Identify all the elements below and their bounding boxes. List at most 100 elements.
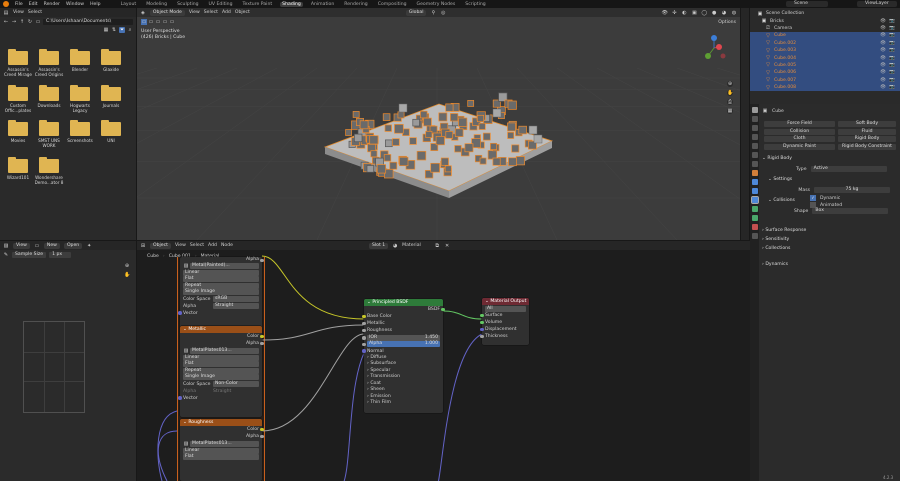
folder-item[interactable]: Assassin's Creed Origins [34,49,64,77]
eyedropper-icon[interactable]: ✎ [3,252,9,258]
outliner-row[interactable]: ▽ Cube.002 👁 📷 [750,39,900,47]
outliner-row[interactable]: ▽ Cube 👁 📷 [750,32,900,40]
physics-button[interactable]: Dynamic Paint [764,143,835,150]
3d-viewport[interactable]: ◈ Object Mode View Select Add Object Glo… [137,8,740,240]
folder-item[interactable]: Glaxide [96,49,126,72]
output-node-title[interactable]: ⌄ Material Output [482,298,529,305]
image-editor-icon[interactable]: ▨ [3,243,9,249]
image-pan-icon[interactable]: ✋ [124,272,130,278]
new-folder-icon[interactable]: ▭ [35,19,41,25]
workspace-tab-geometry-nodes[interactable]: Geometry Nodes [415,2,458,7]
outliner-row[interactable]: ▣ Scene Collection [750,10,900,17]
physics-button[interactable]: Force Field [764,121,835,127]
image-browse-icon[interactable]: ▭ [34,243,40,249]
view-layer-selector[interactable]: ViewLayer [857,1,897,7]
workspace-tab-scripting[interactable]: Scripting [463,2,487,7]
subsection-header[interactable]: › Collections [762,245,790,253]
menu-window[interactable]: Window [66,2,84,7]
bsdf-subpanel[interactable]: › Thin Film [364,400,443,407]
workspace-tab-texture-paint[interactable]: Texture Paint [241,2,275,7]
material-tab-icon[interactable] [751,224,758,230]
folder-item[interactable]: SMST UNS WORK [34,120,64,148]
material-output-node[interactable]: ⌄ Material Output All Surface Volume Dis… [480,298,529,345]
view-layer-tab-icon[interactable] [751,134,758,140]
visibility-eye-icon[interactable]: 👁 📷 [880,78,900,83]
workspace-tab-animation[interactable]: Animation [309,2,336,7]
folder-item[interactable]: Wizard101 [3,157,33,180]
visibility-eye-icon[interactable]: 👁 📷 [880,26,900,31]
file-browser-select-menu[interactable]: Select [28,10,42,15]
visibility-eye-icon[interactable]: 👁 📷 [880,85,900,90]
subsection-header[interactable]: › Dynamics [762,261,788,269]
extension-dropdown[interactable]: Repeat [183,282,259,289]
filter-icon[interactable]: ⏷ [119,27,125,33]
image-texture-node-roughness[interactable]: ⌄ Roughness Color Alpha ▨ MetalPlates013… [180,419,264,481]
physics-tab-icon[interactable] [750,196,759,204]
new-image-button[interactable]: New [43,242,60,249]
forward-arrow-icon[interactable]: → [11,19,17,25]
workspace-tab-compositing[interactable]: Compositing [376,2,409,7]
visibility-eye-icon[interactable]: 👁 📷 [880,70,900,75]
subsection-header[interactable]: › Sensitivity [762,236,789,244]
data-tab-icon[interactable] [751,215,758,221]
outliner-row[interactable]: ⎚ Camera 👁 📷 [750,25,900,32]
interpolation-dropdown[interactable]: Linear [183,354,259,361]
image-canvas-bounds[interactable] [23,321,85,413]
folder-item[interactable]: Hogwarts Legacy [65,85,95,113]
workspace-tab-rendering[interactable]: Rendering [342,2,369,7]
roughness-node-title[interactable]: ⌄ Roughness [180,419,262,426]
visibility-eye-icon[interactable]: 👁 📷 [880,48,900,53]
color-space-dropdown[interactable]: sRGB [213,296,259,302]
image-icon[interactable]: ▨ [183,263,189,269]
image-view-menu[interactable]: View [13,242,30,249]
mass-field[interactable]: 75 kg [814,187,890,193]
image-icon[interactable]: ▨ [183,441,189,447]
folder-item[interactable]: Wondershare Demo...ator 8 [34,157,64,185]
image-icon[interactable]: ▨ [183,348,189,354]
bsdf-node-title[interactable]: ⌄ Principled BSDF [364,299,443,306]
physics-button[interactable]: Rigid Body Constraint [838,143,896,150]
constraints-tab-icon[interactable] [751,206,758,212]
projection-dropdown[interactable]: Flat [183,454,259,460]
collection-tab-icon[interactable] [751,161,758,167]
rigid-body-section-header[interactable]: ⌄ Rigid Body [762,155,792,163]
source-dropdown[interactable]: Single Image [183,289,259,295]
outliner-row[interactable]: ▣ Bricks 👁 📷 [750,17,900,24]
settings-section-header[interactable]: ⌄ Settings [768,176,792,184]
physics-button[interactable]: Collision [764,128,835,135]
display-mode-icon[interactable]: ▦ [103,27,109,33]
object-tab-icon[interactable] [751,170,758,176]
grid-toggle-icon[interactable]: ▦ [727,108,733,114]
workspace-tab-uv-editing[interactable]: UV Editing [207,2,235,7]
image-file-field[interactable]: MetalPlates013... [190,440,259,447]
blender-logo-icon[interactable] [3,1,9,7]
open-image-button[interactable]: Open [63,242,83,249]
image-texture-node-metallic[interactable]: ⌄ Metallic Color Alpha ▨ MetalPlates013.… [178,326,264,417]
parent-dir-icon[interactable]: ↑ [19,19,25,25]
projection-dropdown[interactable]: Flat [183,276,259,282]
output-target-dropdown[interactable]: All [485,305,526,312]
output-tab-icon[interactable] [751,125,758,131]
folder-item[interactable]: Downloads [34,85,64,108]
visibility-eye-icon[interactable]: 👁 📷 [880,19,900,24]
image-zoom-icon[interactable]: ⊕ [124,263,130,269]
folder-item[interactable]: UNI [96,120,126,143]
pan-hand-icon[interactable]: ✋ [727,90,733,96]
workspace-tab-modeling[interactable]: Modeling [144,2,169,7]
camera-view-icon[interactable]: ⎙ [727,99,733,105]
zoom-icon[interactable]: ⊕ [727,81,733,87]
menu-file[interactable]: File [15,2,23,7]
physics-button[interactable]: Fluid [838,128,896,135]
subsection-header[interactable]: › Surface Response [762,227,806,235]
rigid-body-type-dropdown[interactable]: Active [810,166,887,172]
interpolation-dropdown[interactable]: Linear [183,269,259,276]
visibility-eye-icon[interactable]: 👁 📷 [880,41,900,46]
extension-dropdown[interactable]: Repeat [183,367,259,374]
sample-size-field[interactable]: 1 px [49,252,72,258]
outliner-row[interactable]: ▽ Cube.008 👁 📷 [750,83,900,92]
modifier-tab-icon[interactable] [751,179,758,185]
menu-help[interactable]: Help [90,2,100,7]
scene-selector[interactable]: Scene [786,1,828,7]
pin-icon[interactable]: ✦ [86,243,92,249]
image-file-field[interactable]: Metal(Painted)... [190,263,259,269]
